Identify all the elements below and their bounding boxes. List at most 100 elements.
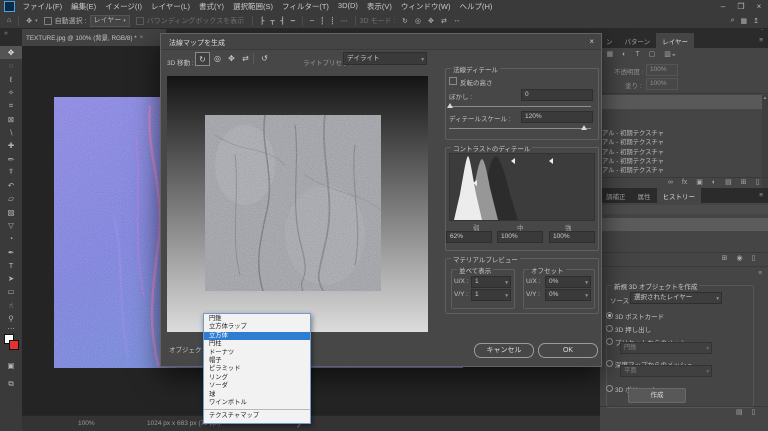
menu-item[interactable]: 編集(E) — [67, 1, 101, 12]
history-panel-menu-icon[interactable]: ≡ — [759, 192, 763, 199]
detail-scale-slider[interactable] — [449, 128, 591, 129]
tool-path-select[interactable]: ➤ — [0, 272, 22, 285]
panel-tab[interactable]: ヒストリー — [656, 188, 701, 203]
tool-history-brush[interactable]: ↶ — [0, 179, 22, 192]
align-icon[interactable]: ┫ — [278, 17, 288, 25]
align-icon[interactable]: ┳ — [267, 17, 277, 25]
quick-mask-icon[interactable]: ▣ — [0, 359, 22, 372]
layers-action-delete[interactable]: ▯ — [756, 178, 760, 186]
search-icon[interactable]: ⌕ — [728, 17, 738, 25]
menu-item[interactable]: レイヤー(L) — [147, 1, 195, 12]
filter-pin-icon[interactable]: ⌖ — [672, 52, 676, 60]
tool-move[interactable]: ✥ — [0, 46, 22, 60]
offset-ux-field[interactable]: 0% ▾ — [545, 276, 591, 288]
tool-frame[interactable]: ⊠ — [0, 112, 22, 125]
3d-mode-icon[interactable]: ✥ — [424, 17, 437, 25]
contrast-strong-field[interactable]: 100% — [549, 231, 595, 243]
screen-mode-icon[interactable]: ⧉ — [0, 377, 22, 390]
contrast-histogram[interactable] — [449, 153, 595, 221]
invert-height-checkbox[interactable] — [449, 77, 457, 85]
layer-row[interactable]: アル - 初期テクスチャ — [602, 138, 762, 147]
background-color-swatch[interactable] — [9, 340, 19, 350]
tool-marquee[interactable]: ◌ — [0, 59, 22, 72]
object-option[interactable]: テクスチャマップ — [204, 409, 310, 422]
share-icon[interactable]: ↥ — [750, 17, 762, 25]
zoom-level-field[interactable]: 100% — [78, 420, 95, 427]
move-tool-icon[interactable]: ✥ — [23, 17, 35, 25]
tool-quick-select[interactable]: ✧ — [0, 86, 22, 99]
panel-tab[interactable]: ン — [600, 33, 619, 48]
threed-action-group[interactable]: ▤ — [736, 408, 743, 416]
pan-icon[interactable]: ✥ — [225, 52, 238, 64]
radio-3d-postcard[interactable] — [606, 312, 613, 319]
ok-button[interactable]: OK — [538, 343, 598, 358]
blur-value-field[interactable]: 0 — [521, 89, 593, 101]
contrast-marker-mid[interactable] — [511, 158, 515, 164]
blur-slider-handle[interactable] — [447, 103, 453, 108]
bounding-box-checkbox[interactable] — [135, 16, 144, 25]
auto-select-checkbox[interactable] — [43, 16, 52, 25]
history-entry-selected[interactable] — [600, 218, 768, 231]
tool-clone-stamp[interactable]: ⍒ — [0, 166, 22, 179]
contrast-marker-strong[interactable] — [549, 158, 553, 164]
layer-filter-icon[interactable]: ▥ — [664, 50, 671, 58]
dialog-title-bar[interactable]: 法線マップを生成 × — [161, 34, 601, 50]
menu-item[interactable]: イメージ(I) — [101, 1, 147, 12]
layer-filter-icon[interactable]: ▢ — [649, 50, 656, 58]
3d-mode-icon[interactable]: ↔ — [450, 17, 463, 25]
tool-eraser[interactable]: ▱ — [0, 192, 22, 205]
orbit-icon[interactable]: ↻ — [195, 52, 210, 66]
layers-panel-menu-icon[interactable]: ≡ — [759, 37, 763, 44]
layers-action-group[interactable]: ▤ — [725, 178, 732, 186]
detail-scale-field[interactable]: 120% — [521, 111, 593, 123]
menu-item[interactable]: 選択範囲(S) — [228, 1, 277, 12]
contrast-weak-field[interactable]: 62% — [446, 231, 492, 243]
radio-mesh-from-depth[interactable] — [606, 360, 613, 367]
history-action-new-doc-from-state[interactable]: ⊞ — [722, 254, 728, 262]
distribute-icon[interactable]: ┅ — [307, 17, 317, 25]
tool-hand[interactable]: ☝ — [0, 299, 22, 312]
tile-vy-field[interactable]: 1 ▾ — [471, 289, 511, 301]
align-icon[interactable]: ━ — [288, 17, 298, 25]
tool-gradient[interactable]: ▨ — [0, 206, 22, 219]
tile-ux-field[interactable]: 1 ▾ — [471, 276, 511, 288]
layer-filter-icon[interactable]: T — [635, 51, 639, 58]
tool-brush[interactable]: ✏ — [0, 152, 22, 165]
threed-action-delete[interactable]: ▯ — [752, 408, 756, 416]
offset-vy-field[interactable]: 0% ▾ — [545, 289, 591, 301]
opacity-field[interactable]: 100% — [646, 64, 678, 76]
toolbar-collapse-icon[interactable]: » — [4, 30, 8, 37]
tool-lasso[interactable]: ℓ — [0, 73, 22, 86]
slide-icon[interactable]: ⇄ — [239, 52, 252, 64]
dialog-close-icon[interactable]: × — [589, 37, 594, 46]
object-option[interactable]: 球 — [204, 391, 310, 399]
tool-blur[interactable]: ▽ — [0, 219, 22, 232]
selected-layer-row[interactable] — [600, 95, 762, 109]
menu-item[interactable]: 3D(D) — [333, 1, 362, 12]
radio-3d-volume[interactable] — [606, 385, 613, 392]
tool-eyedropper[interactable]: ∖ — [0, 126, 22, 139]
menu-item[interactable]: ウィンドウ(W) — [396, 1, 455, 12]
restore-icon[interactable]: ❐ — [732, 2, 750, 11]
object-option[interactable]: 立方体 — [204, 331, 310, 341]
threed-panel-menu-icon[interactable]: ≡ — [758, 270, 762, 277]
tool-pen[interactable]: ✒ — [0, 245, 22, 258]
radio-mesh-from-preset[interactable] — [606, 338, 613, 345]
tab-close-icon[interactable]: × — [140, 34, 144, 41]
tool-shape[interactable]: ▭ — [0, 285, 22, 298]
object-option[interactable]: 円柱 — [204, 340, 310, 348]
history-entry[interactable] — [600, 205, 768, 214]
home-icon[interactable]: ⌂ — [4, 17, 14, 24]
history-action-snapshot[interactable]: ◉ — [737, 254, 743, 262]
menu-item[interactable]: ファイル(F) — [18, 1, 67, 12]
panel-tab[interactable]: パターン — [619, 33, 657, 48]
3d-mode-icon[interactable]: ↻ — [398, 17, 411, 25]
object-option[interactable]: 立方体ラップ — [204, 323, 310, 331]
tool-healing[interactable]: ✚ — [0, 139, 22, 152]
layer-filter-icon[interactable]: ▦ — [607, 50, 614, 58]
3d-mode-icon[interactable]: ⇄ — [437, 17, 450, 25]
object-option[interactable]: ソーダ — [204, 382, 310, 390]
cancel-button[interactable]: キャンセル — [474, 343, 534, 358]
3d-mode-icon[interactable]: ◎ — [411, 17, 424, 25]
object-option[interactable]: ワインボトル — [204, 399, 310, 407]
